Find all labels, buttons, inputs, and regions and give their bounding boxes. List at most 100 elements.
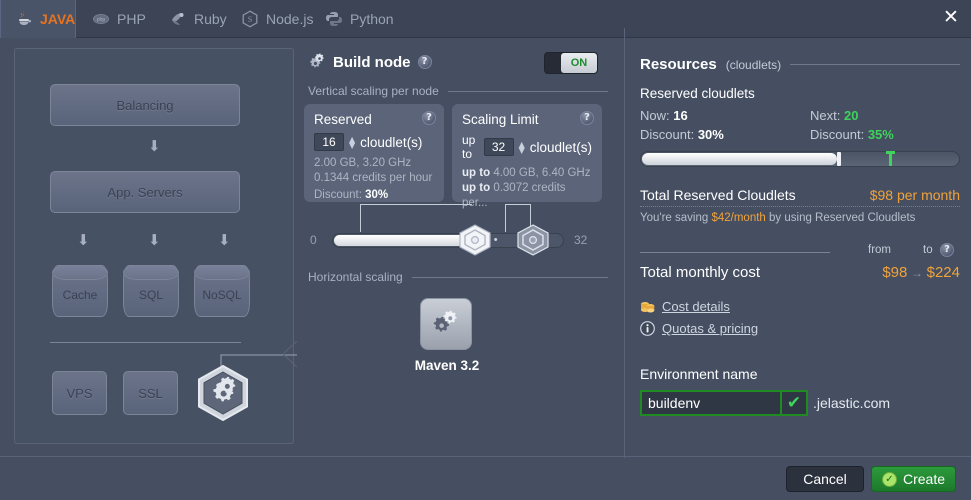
python-icon [326,12,342,26]
node-ssl-label: SSL [138,385,163,401]
quotas-pricing-link[interactable]: Quotas & pricing [662,321,758,336]
discount-next-value: 35% [867,127,894,142]
arrow-down-icon: ⬇ [148,137,161,155]
gears-icon [310,53,324,68]
scaling-limit-help-icon[interactable]: ? [580,111,594,125]
tab-label-php: PHP [117,11,146,27]
close-icon[interactable]: ✕ [939,5,963,29]
environment-name-label: Environment name [640,366,758,382]
cost-to-label: to [923,244,933,256]
scaling-limit-stepper[interactable]: ▲ ▼ [519,140,525,154]
environment-name-input[interactable] [640,390,782,416]
cost-from-value: $98 [882,264,908,281]
node-cache-label: Cache [62,288,98,302]
scaling-limit-specs: up to 4.00 GB, 6.40 GHz [462,166,592,181]
resources-title: Resources [640,56,717,73]
svg-text:php: php [97,17,106,23]
node-vps[interactable]: VPS [52,371,107,415]
slider-min-label: 0 [310,233,317,247]
reserved-stepper[interactable]: ▲ ▼ [349,135,355,149]
reserved-discount-now: Discount: 30% [640,127,800,142]
svg-text:S: S [248,15,252,24]
node-build[interactable] [195,364,251,422]
node-cache[interactable]: Cache [52,265,108,317]
cost-details-link[interactable]: Cost details [662,299,730,314]
total-monthly-label: Total monthly cost [640,264,761,281]
section-rule [790,64,960,65]
total-reserved-row: Total Reserved Cloudlets $98 per month [640,187,960,207]
reserved-spinner-row: 16 ▲ ▼ cloudlet(s) [314,133,434,151]
total-monthly-values: $98 → $224 [882,264,960,281]
reserved-cloudlets-heading: Reserved cloudlets [640,86,755,101]
reserved-title: Reserved [314,112,372,127]
quotas-pricing-row[interactable]: Quotas & pricing [640,321,960,336]
reserved-bar-fill [642,153,837,165]
section-rule [447,90,608,92]
reserved-bar-handle[interactable] [837,152,841,166]
build-node-toggle[interactable]: ON [544,52,598,74]
gears-icon [433,310,457,332]
scaling-limit-credits: up to 0.3072 credits per... [462,181,592,211]
create-button-label: Create [902,471,946,487]
reserved-now-next-row: Now: 16 Next: 20 [640,108,960,123]
vertical-scaling-label: Vertical scaling per node [308,84,439,98]
tab-python[interactable]: Python [311,0,408,38]
reserved-now-value: 16 [673,108,688,123]
total-monthly-cost-row: Total monthly cost $98 → $224 [640,264,960,281]
node-balancing[interactable]: Balancing [50,84,240,126]
reserved-discount-label: Discount: [314,189,362,201]
cost-rule [640,252,830,253]
node-nosql[interactable]: NoSQL [194,265,250,317]
reserved-discount-value: 30% [365,189,389,201]
tab-php[interactable]: php PHP [78,0,160,38]
coins-icon [641,301,655,312]
reserved-specs: 2.00 GB, 3.20 GHz [314,157,412,169]
info-icon [640,321,655,336]
reserved-next-label: Next: [810,108,841,123]
slider-handle-limit[interactable] [516,224,550,256]
node-app-servers-label: App. Servers [107,184,183,200]
check-icon: ✓ [881,471,897,487]
build-node-title-row: Build node ? [308,53,432,71]
stack-tile-maven[interactable] [420,298,472,350]
cost-help-icon[interactable]: ? [940,243,954,257]
discount-now-value: 30% [697,127,724,142]
reserved-value-input[interactable]: 16 [314,133,344,151]
environment-domain-suffix: .jelastic.com [813,395,891,411]
vertical-scaling-section: Vertical scaling per node [308,84,608,98]
tab-java[interactable]: JAVA [0,0,76,38]
reserved-cloudlets-slider[interactable] [640,151,960,167]
node-app-servers[interactable]: App. Servers [50,171,240,213]
node-ssl[interactable]: SSL [123,371,178,415]
from-to-row: from to ? [640,242,960,262]
build-node-panel: Build node ? ON Vertical scaling per nod… [302,48,620,446]
reserved-card: ? Reserved 16 ▲ ▼ cloudlet(s) 2.00 GB, 3.… [304,104,444,202]
node-sql[interactable]: SQL [123,265,179,317]
cost-details-row[interactable]: Cost details [640,299,960,314]
node-vps-label: VPS [66,385,93,401]
scaling-limit-credits-prefix: up to [462,182,491,194]
saving-amount: $42/month [711,212,766,224]
scaling-limit-specs-value: 4.00 GB, 6.40 GHz [493,167,591,179]
scaling-limit-value-input[interactable]: 32 [483,138,514,156]
vertical-scaling-slider[interactable]: 0 ••• 32 [302,220,620,260]
saving-note-post: by using Reserved Cloudlets [765,212,916,224]
tab-label-python: Python [350,11,394,27]
arrow-down-icon: ⬇ [77,231,90,249]
build-node-help-icon[interactable]: ? [417,55,432,69]
scaling-limit-unit: cloudlet(s) [529,139,592,155]
environment-name-row: ✔ .jelastic.com [640,390,960,416]
reserved-now: Now: 16 [640,108,800,123]
cancel-button[interactable]: Cancel [786,466,864,492]
slider-handle-reserved[interactable] [458,224,492,256]
scaling-limit-card: ? Scaling Limit up to 32 ▲ ▼ cloudlet(s) … [452,104,602,209]
java-icon [19,11,32,25]
tab-bar: JAVA php PHP Ruby S Node.js Python ✕ [0,0,971,38]
panel-divider [624,28,625,458]
reserved-help-icon[interactable]: ? [422,111,436,125]
create-button[interactable]: ✓ Create [871,466,956,492]
resources-panel: Resources (cloudlets) Reserved cloudlets… [640,56,960,416]
discount-next-label: Discount: [810,127,865,142]
node-nosql-label: NoSQL [202,288,242,302]
build-node-title: Build node [333,53,411,71]
